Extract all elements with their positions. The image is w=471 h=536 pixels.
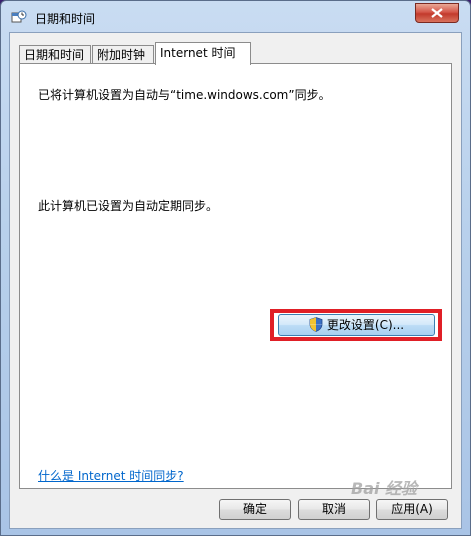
internet-time-panel: 已将计算机设置为自动与“time.windows.com”同步。 此计算机已设置… [19,63,452,489]
apply-button[interactable]: 应用(A) [376,499,448,520]
ok-button[interactable]: 确定 [219,499,291,520]
watermark-logo: Bai 经验 [351,479,418,498]
close-icon [431,8,443,18]
change-settings-button[interactable]: 更改设置(C)... [278,314,435,336]
tab-internet-time[interactable]: Internet 时间 [155,42,251,65]
window: 日期和时间 日期和时间 附加时钟 Internet 时间 已将计算机设置为自动与… [0,0,471,536]
uac-shield-icon [309,317,323,338]
change-settings-label: 更改设置(C)... [326,318,405,332]
schedule-status-text: 此计算机已设置为自动定期同步。 [38,199,219,213]
window-title: 日期和时间 [35,12,96,26]
title-bar[interactable]: 日期和时间 [1,1,470,33]
close-button[interactable] [415,3,459,23]
clock-app-icon [11,10,27,24]
tab-additional-clocks[interactable]: 附加时钟 [92,45,154,64]
help-link[interactable]: 什么是 Internet 时间同步? [38,467,184,484]
dialog-client-area: 日期和时间 附加时钟 Internet 时间 已将计算机设置为自动与“time.… [9,32,462,529]
cancel-button[interactable]: 取消 [298,499,370,520]
sync-status-text: 已将计算机设置为自动与“time.windows.com”同步。 [38,88,331,102]
tab-date-and-time[interactable]: 日期和时间 [19,45,91,64]
